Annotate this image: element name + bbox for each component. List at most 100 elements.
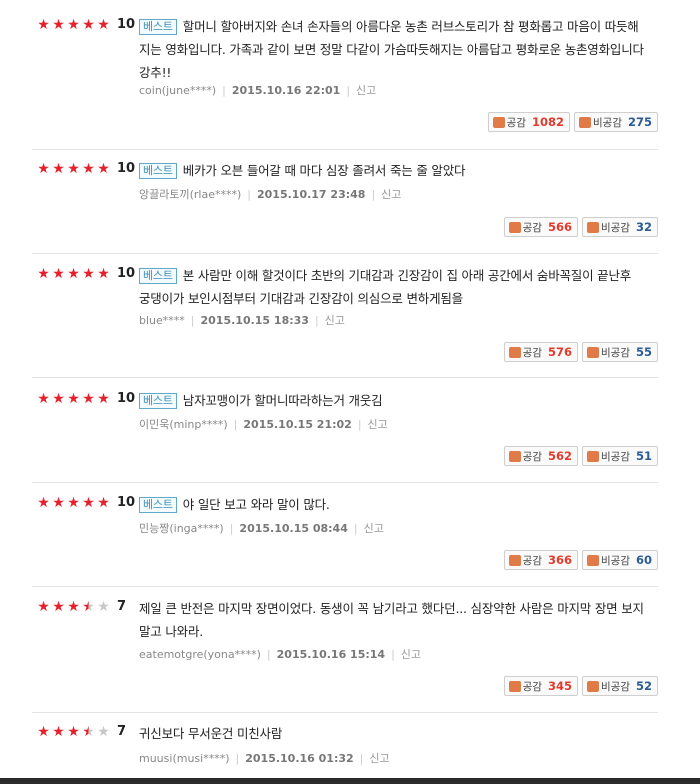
thumbs-up-icon [508,554,521,566]
vote-buttons: 공감 576 비공감 55 [503,342,658,362]
report-link[interactable]: 신고 [369,752,389,765]
review-text-block: 베스트 남자꼬맹이가 할머니따라하는거 개웃김 [139,389,644,412]
review-text: 귀신보다 무서운건 미친사람 [139,726,283,741]
rating-score: 10 [117,17,136,32]
report-link[interactable]: 신고 [364,522,384,535]
review-date: 2015.10.15 08:44 [239,522,348,535]
thumbs-up-icon [508,680,521,692]
like-button[interactable]: 공감 566 [503,217,578,237]
review-text-block: 베스트 야 일단 보고 와라 말이 많다. [139,493,644,516]
review-user[interactable]: blue**** [139,314,185,327]
star-icon: ★ [97,495,110,511]
review-user[interactable]: eatemotgre(yona****) [139,648,261,661]
report-link[interactable]: 신고 [368,418,388,431]
vote-buttons: 공감 562 비공감 51 [503,446,658,466]
star-icon: ★ [37,724,50,740]
review-date: 2015.10.15 18:33 [200,314,309,327]
like-button[interactable]: 공감 345 [503,676,578,696]
star-icon: ★ [97,266,110,282]
review-divider [32,149,658,150]
review-divider [32,253,658,254]
review-text-block: 베스트 본 사람만 이해 할것이다 초반의 기대감과 긴장감이 집 아래 공간에서… [139,264,644,310]
star-rating: ★ ★ ★ ★ ★ 10 [36,494,135,512]
best-badge: 베스트 [139,268,177,284]
review-user[interactable]: 앙끌라토끼(rlae****) [139,188,241,201]
review-divider [32,482,658,483]
star-icon: ★ [82,724,95,740]
review-user[interactable]: muusi(musi****) [139,752,230,765]
like-button[interactable]: 공감 562 [503,446,578,466]
star-icon: ★ [67,599,80,615]
dislike-button[interactable]: 비공감 51 [582,446,658,466]
star-icon: ★ [52,391,65,407]
dislike-count: 275 [627,115,652,129]
thumbs-up-icon [508,346,521,358]
review-date: 2015.10.16 15:14 [276,648,386,661]
vote-buttons: 공감 366 비공감 60 [503,550,658,570]
like-label: 공감 [522,346,542,359]
dislike-button[interactable]: 비공감 55 [582,342,658,362]
like-button[interactable]: 공감 366 [503,550,578,570]
review-divider [32,586,658,587]
dislike-label: 비공감 [601,680,630,693]
review-meta: blue**** | 2015.10.15 18:33 | 신고 [139,314,345,327]
dislike-button[interactable]: 비공감 32 [582,217,658,237]
review-text-block: 제일 큰 반전은 마지막 장면이었다. 동생이 꼭 남기라고 했다던... 심장… [139,597,644,643]
thumbs-up-icon [508,450,521,462]
thumbs-up-icon [492,116,505,128]
review-meta: 민능짱(inga****) | 2015.10.15 08:44 | 신고 [139,522,384,535]
star-icon: ★ [82,266,95,282]
review-user[interactable]: coin(june****) [139,84,216,97]
bottom-bar [0,778,700,784]
star-icon: ★ [52,266,65,282]
dislike-count: 32 [635,220,652,234]
vote-buttons: 공감 345 비공감 52 [503,676,658,696]
like-button[interactable]: 공감 576 [503,342,578,362]
star-icon: ★ [97,391,110,407]
star-rating: ★ ★ ★ ★ ★ 10 [36,160,135,178]
star-icon: ★ [82,17,95,33]
star-rating: ★ ★ ★ ★ ★ 10 [36,265,135,283]
thumbs-down-icon [587,680,599,692]
star-rating: ★ ★ ★ ★ ★ 10 [36,390,135,408]
dislike-button[interactable]: 비공감 52 [582,676,658,696]
review-user[interactable]: 민능짱(inga****) [139,522,224,535]
report-link[interactable]: 신고 [401,648,421,661]
star-rating: ★ ★ ★ ★ ★ 7 [36,723,126,741]
review-user[interactable]: 이민욱(minp****) [139,418,228,431]
like-count: 1082 [531,115,564,129]
star-rating: ★ ★ ★ ★ ★ 7 [36,598,126,616]
star-icon: ★ [52,17,65,33]
dislike-button[interactable]: 비공감 275 [574,112,658,132]
star-icon: ★ [67,161,80,177]
like-label: 공감 [522,450,542,463]
report-link[interactable]: 신고 [381,188,401,201]
review-date: 2015.10.16 01:32 [245,752,354,765]
like-count: 576 [547,345,572,359]
star-icon: ★ [97,599,110,615]
star-icon: ★ [82,599,95,615]
star-icon: ★ [82,495,95,511]
like-label: 공감 [522,221,542,234]
review-text: 베카가 오븐 들어갈 때 마다 심장 졸려서 죽는 줄 알았다 [182,163,466,178]
review-text: 남자꼬맹이가 할머니따라하는거 개웃김 [182,393,383,408]
thumbs-up-icon [508,221,521,233]
thumbs-down-icon [587,554,599,566]
review-divider [32,377,658,378]
review-meta: 앙끌라토끼(rlae****) | 2015.10.17 23:48 | 신고 [139,188,402,201]
dislike-count: 52 [635,679,652,693]
dislike-button[interactable]: 비공감 60 [582,550,658,570]
report-link[interactable]: 신고 [325,314,345,327]
dislike-label: 비공감 [593,116,622,129]
star-icon: ★ [67,724,80,740]
review-text: 할머니 할아버지와 손녀 손자들의 아름다운 농촌 러브스토리가 참 평화롭고 … [139,19,644,80]
dislike-label: 비공감 [601,221,630,234]
dislike-label: 비공감 [601,450,630,463]
star-icon: ★ [97,17,110,33]
report-link[interactable]: 신고 [356,84,376,97]
star-icon: ★ [67,266,80,282]
like-button[interactable]: 공감 1082 [487,112,570,132]
dislike-count: 51 [635,449,652,463]
review-date: 2015.10.16 22:01 [231,84,341,97]
star-rating: ★ ★ ★ ★ ★ 10 [36,16,135,34]
